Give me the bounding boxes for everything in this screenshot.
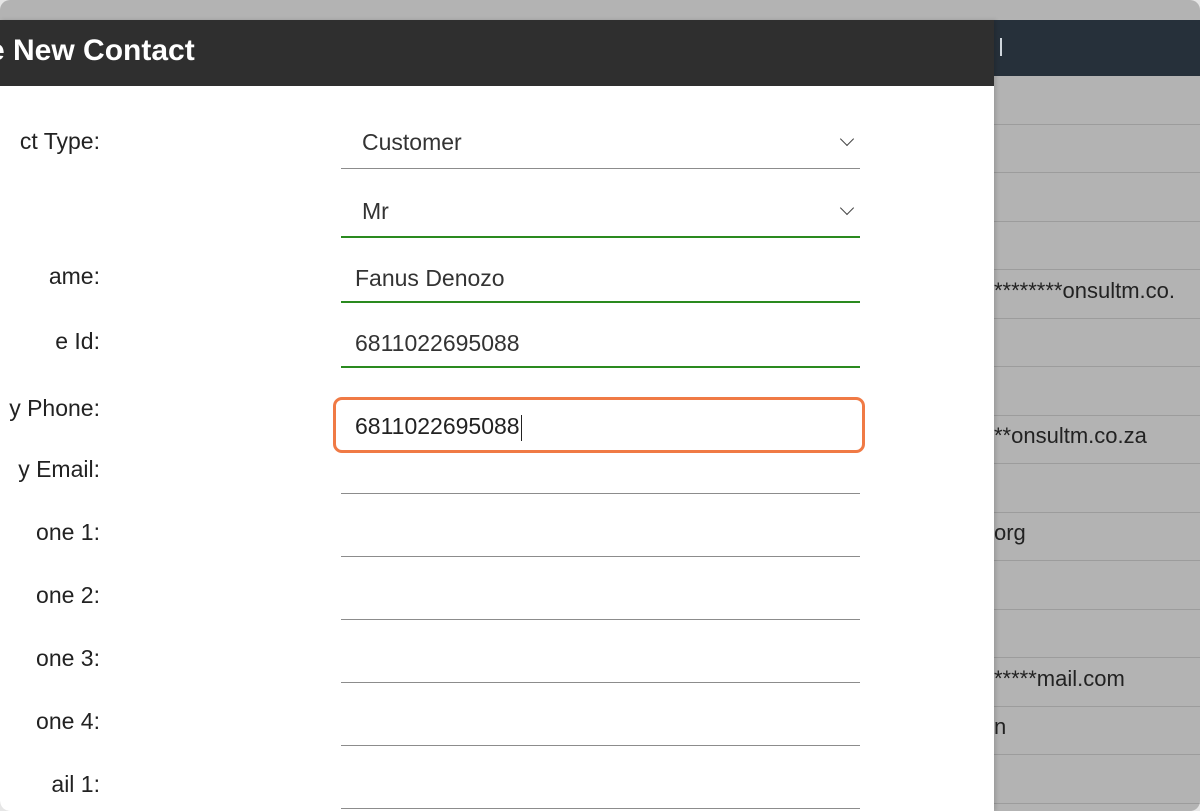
list-item[interactable]	[994, 755, 1200, 804]
chevron-down-icon	[839, 131, 855, 147]
modal-header: te New Contact	[0, 20, 994, 86]
create-contact-modal: te New Contact ct Type: Customer Mr ame:…	[0, 20, 994, 811]
primary-email-input[interactable]	[341, 460, 860, 494]
contact-type-select[interactable]: Customer	[341, 114, 860, 169]
phone4-label: one 4:	[36, 708, 100, 734]
background-contact-list: ********onsultm.co. **onsultm.co.za org …	[994, 76, 1200, 811]
list-item[interactable]	[994, 561, 1200, 610]
email1-row: ail 1:	[0, 771, 994, 811]
contact-type-row: ct Type: Customer	[0, 112, 994, 172]
list-item[interactable]	[994, 610, 1200, 658]
app-window: ********onsultm.co. **onsultm.co.za org …	[0, 0, 1200, 811]
list-item[interactable]	[994, 222, 1200, 270]
primary-phone-label: y Phone:	[9, 395, 100, 421]
contact-type-value: Customer	[362, 129, 462, 155]
phone1-row: one 1:	[0, 519, 994, 583]
text-caret	[520, 414, 523, 441]
id-row: e Id: 6811022695088	[0, 311, 994, 371]
phone1-input[interactable]	[341, 523, 860, 557]
primary-phone-input[interactable]: 6811022695088	[333, 397, 865, 453]
email1-label: ail 1:	[51, 771, 100, 797]
list-item[interactable]	[994, 367, 1200, 416]
phone3-row: one 3:	[0, 645, 994, 709]
list-item[interactable]: org	[994, 513, 1200, 561]
contact-type-label: ct Type:	[19, 128, 100, 154]
list-item[interactable]: *****mail.com	[994, 658, 1200, 707]
list-item[interactable]	[994, 173, 1200, 222]
email1-input[interactable]	[341, 775, 860, 809]
primary-email-label: y Email:	[18, 456, 100, 482]
list-item[interactable]	[994, 76, 1200, 125]
list-item[interactable]	[994, 319, 1200, 367]
background-header-divider	[1000, 38, 1002, 56]
title-value: Mr	[362, 198, 389, 224]
id-number-input[interactable]: 6811022695088	[341, 313, 860, 368]
phone1-label: one 1:	[36, 519, 100, 545]
id-label: e Id:	[55, 328, 100, 354]
primary-phone-value: 6811022695088	[355, 413, 520, 439]
phone4-row: one 4:	[0, 708, 994, 772]
name-row: ame: Fanus Denozo	[0, 246, 994, 306]
phone3-label: one 3:	[36, 645, 100, 671]
phone2-row: one 2:	[0, 582, 994, 646]
list-item[interactable]	[994, 464, 1200, 513]
chevron-down-icon	[839, 200, 855, 216]
modal-title: te New Contact	[0, 34, 195, 67]
list-item[interactable]: ********onsultm.co.	[994, 270, 1200, 319]
phone3-input[interactable]	[341, 649, 860, 683]
list-item[interactable]: n	[994, 707, 1200, 755]
phone2-input[interactable]	[341, 586, 860, 620]
primary-email-row: y Email:	[0, 456, 994, 520]
name-value: Fanus Denozo	[355, 265, 505, 291]
title-row: Mr	[0, 180, 994, 240]
id-number-value: 6811022695088	[355, 330, 520, 356]
list-item[interactable]: **onsultm.co.za	[994, 416, 1200, 464]
phone2-label: one 2:	[36, 582, 100, 608]
name-label: ame:	[48, 263, 100, 289]
list-item[interactable]	[994, 125, 1200, 173]
phone4-input[interactable]	[341, 712, 860, 746]
name-input[interactable]: Fanus Denozo	[341, 248, 860, 303]
title-select[interactable]: Mr	[341, 182, 860, 238]
